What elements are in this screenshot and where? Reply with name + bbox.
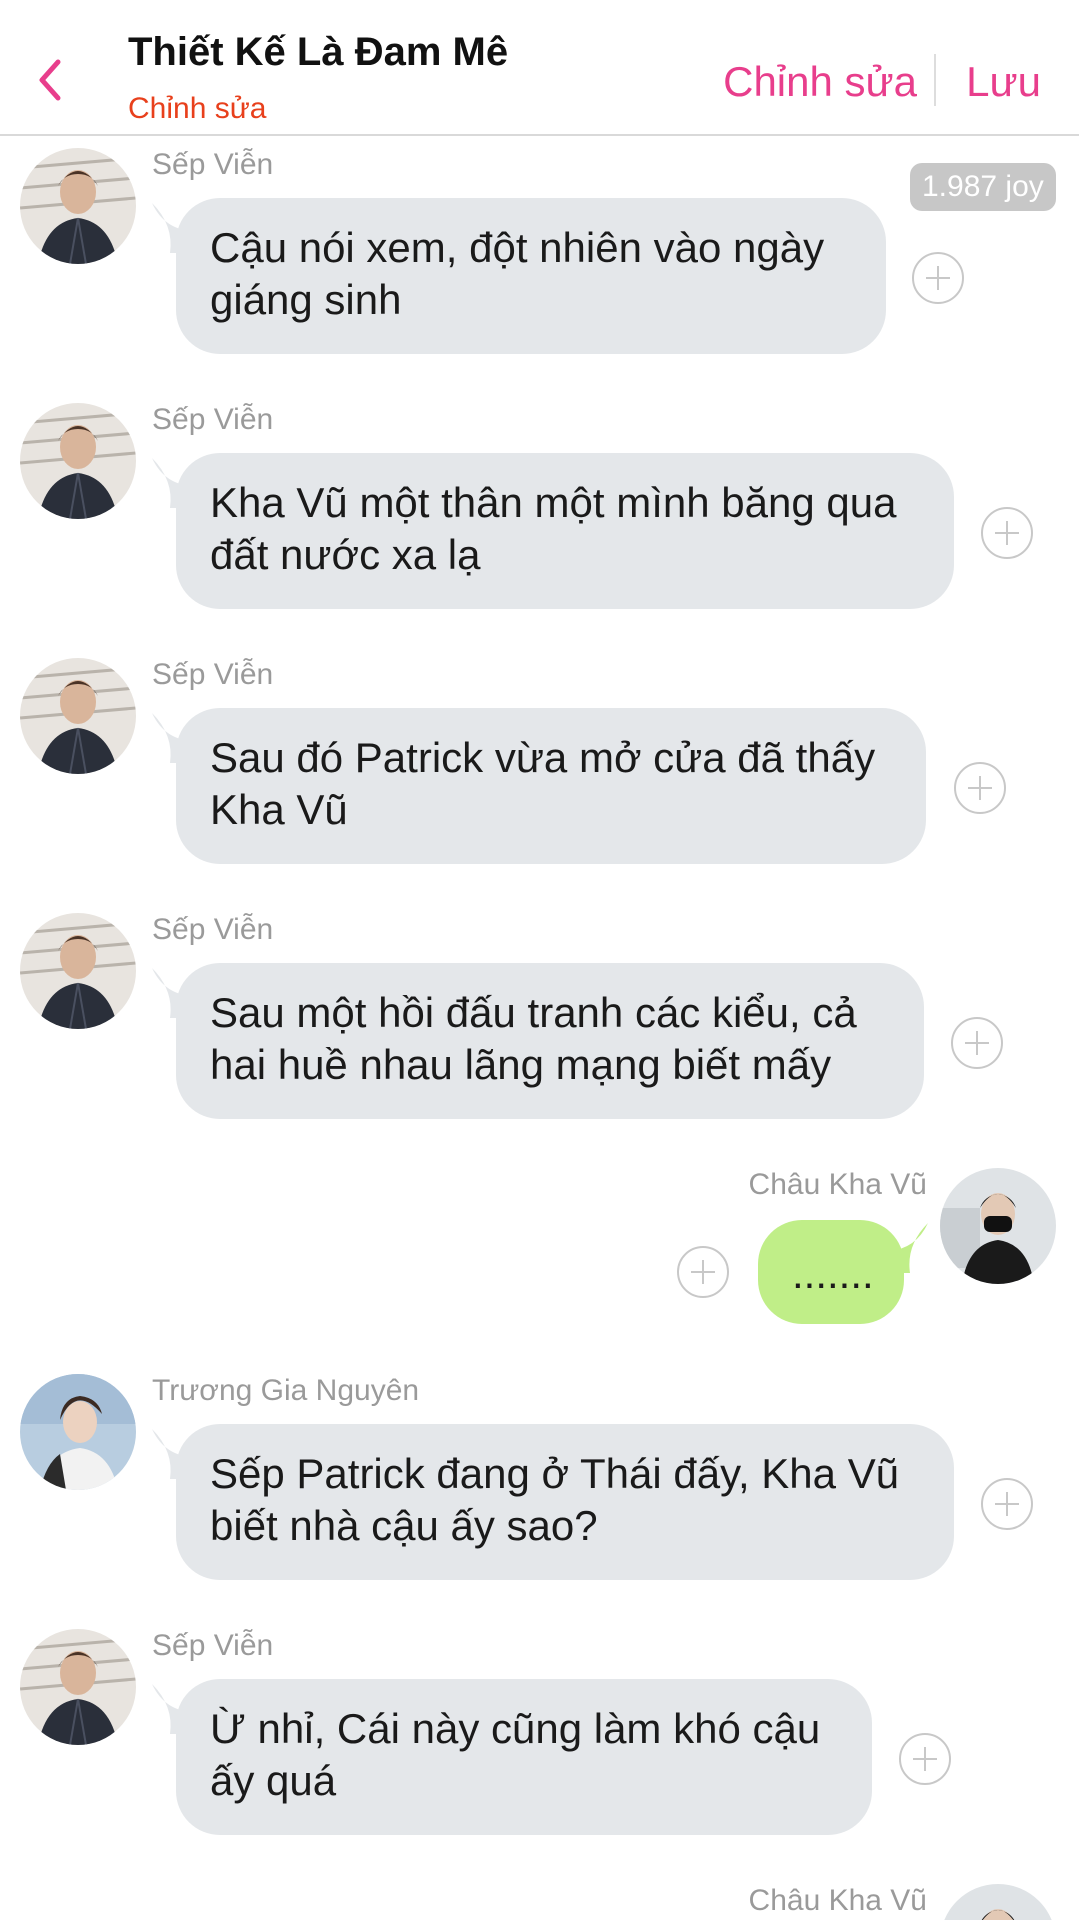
header-divider	[934, 54, 936, 106]
message-row: Sếp Viễn Sau một hồi đấu tranh các kiểu,…	[0, 913, 1079, 1133]
add-reaction-button[interactable]	[899, 1733, 951, 1785]
save-button[interactable]: Lưu	[966, 58, 1041, 106]
sender-name: Sếp Viễn	[152, 913, 274, 946]
message-line: hai huề nhau lãng mạng biết mấy	[210, 1041, 832, 1088]
add-reaction-button[interactable]	[954, 762, 1006, 814]
message-bubble[interactable]: Sau đó Patrick vừa mở cửa đã thấy Kha Vũ	[176, 708, 926, 864]
message-bubble[interactable]: Ừ nhỉ, Cái này cũng làm khó cậu ấy quá	[176, 1679, 872, 1835]
chat-subtitle: Chỉnh sửa	[128, 92, 267, 125]
sender-name: Châu Kha Vũ	[748, 1168, 927, 1201]
sender-name: Sếp Viễn	[152, 658, 274, 691]
sender-name: Sếp Viễn	[152, 403, 274, 436]
sender-name: Trương Gia Nguyên	[152, 1374, 420, 1407]
message-row: Sếp Viễn Sau đó Patrick vừa mở cửa đã th…	[0, 658, 1079, 878]
avatar[interactable]	[20, 913, 136, 1029]
message-line: giáng sinh	[210, 276, 402, 323]
message-row: Sếp Viễn Cậu nói xem, đột nhiên vào ngày…	[0, 148, 1079, 368]
message-line: Sếp Patrick đang ở Thái đấy, Kha Vũ	[210, 1450, 900, 1497]
message-line: Sau đó Patrick vừa mở cửa đã thấy	[210, 734, 876, 781]
chat-title: Thiết Kế Là Đam Mê	[128, 30, 509, 74]
back-button[interactable]	[30, 50, 80, 110]
message-line: .......	[792, 1250, 874, 1297]
add-reaction-button[interactable]	[981, 1478, 1033, 1530]
avatar[interactable]	[20, 658, 136, 774]
add-reaction-button[interactable]	[981, 507, 1033, 559]
message-line: Cậu nói xem, đột nhiên vào ngày	[210, 224, 825, 271]
message-row: Trương Gia Nguyên Sếp Patrick đang ở Thá…	[0, 1374, 1079, 1594]
message-row: Sếp Viễn Kha Vũ một thân một mình băng q…	[0, 403, 1079, 623]
message-row: Châu Kha Vũ .......	[0, 1168, 1079, 1338]
edit-button[interactable]: Chỉnh sửa	[723, 58, 917, 106]
add-reaction-button[interactable]	[677, 1246, 729, 1298]
sender-name: Châu Kha Vũ	[748, 1884, 927, 1917]
avatar[interactable]	[20, 1374, 136, 1490]
chat-header: Thiết Kế Là Đam Mê Chỉnh sửa Chỉnh sửa L…	[0, 0, 1079, 136]
add-reaction-button[interactable]	[951, 1017, 1003, 1069]
message-bubble[interactable]: Sếp Patrick đang ở Thái đấy, Kha Vũ biết…	[176, 1424, 954, 1580]
avatar[interactable]	[20, 1629, 136, 1745]
chevron-left-icon	[39, 59, 61, 101]
message-line: biết nhà cậu ấy sao?	[210, 1502, 598, 1549]
message-line: Kha Vũ	[210, 786, 348, 833]
message-bubble[interactable]: Cậu nói xem, đột nhiên vào ngày giáng si…	[176, 198, 886, 354]
avatar[interactable]	[940, 1884, 1056, 1920]
message-bubble[interactable]: Kha Vũ một thân một mình băng qua đất nư…	[176, 453, 954, 609]
message-row: Châu Kha Vũ	[0, 1884, 1079, 1920]
avatar[interactable]	[20, 148, 136, 264]
message-line: ấy quá	[210, 1757, 337, 1804]
sender-name: Sếp Viễn	[152, 148, 274, 181]
message-bubble[interactable]: .......	[758, 1220, 904, 1324]
add-reaction-button[interactable]	[912, 252, 964, 304]
sender-name: Sếp Viễn	[152, 1629, 274, 1662]
message-row: Sếp Viễn Ừ nhỉ, Cái này cũng làm khó cậu…	[0, 1629, 1079, 1849]
message-bubble[interactable]: Sau một hồi đấu tranh các kiểu, cả hai h…	[176, 963, 924, 1119]
avatar[interactable]	[940, 1168, 1056, 1284]
message-line: Kha Vũ một thân một mình băng qua	[210, 479, 897, 526]
avatar[interactable]	[20, 403, 136, 519]
message-line: Sau một hồi đấu tranh các kiểu, cả	[210, 989, 857, 1036]
message-line: đất nước xa lạ	[210, 531, 481, 578]
message-line: Ừ nhỉ, Cái này cũng làm khó cậu	[210, 1705, 821, 1752]
